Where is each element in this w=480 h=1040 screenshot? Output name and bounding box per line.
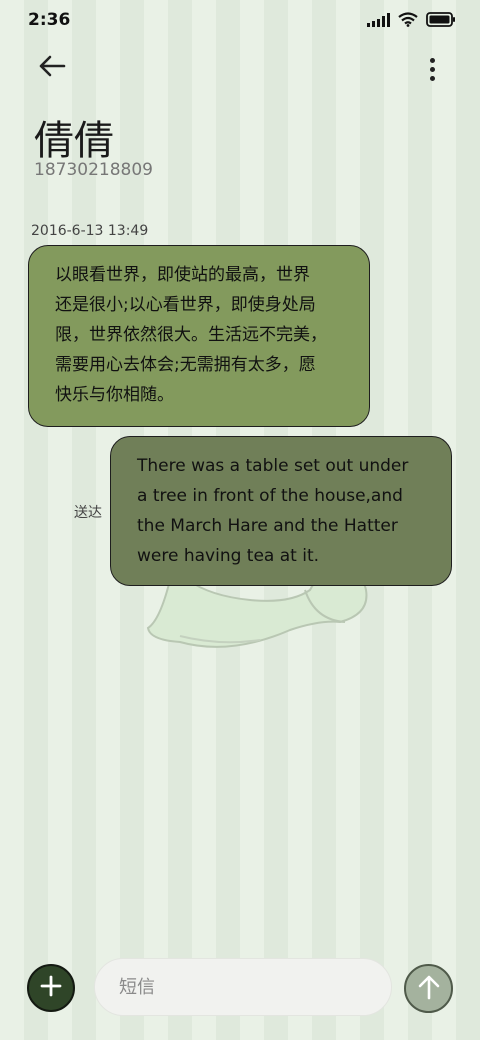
message-line: 以眼看世界，即使站的最高，世界 (55, 265, 310, 285)
battery-icon (426, 12, 456, 27)
contact-name: 倩倩 (34, 118, 114, 164)
message-timestamp: 2016-6-13 13:49 (31, 223, 149, 239)
status-bar: 2:36 (0, 0, 480, 40)
received-message-bubble[interactable]: 以眼看世界，即使站的最高，世界 还是很小;以心看世界，即使身处局 限，世界依然很… (28, 245, 370, 427)
back-button[interactable] (30, 50, 74, 86)
message-line: 限，世界依然很大。生活远不完美， (55, 325, 327, 345)
more-options-button[interactable] (418, 52, 446, 86)
message-line: There was a table set out under (137, 456, 409, 476)
message-line: 需要用心去体会;无需拥有太多，愿 (55, 355, 316, 375)
message-line: 快乐与你相随。 (55, 385, 174, 405)
back-arrow-icon (38, 55, 66, 81)
message-line: 还是很小;以心看世界，即使身处局 (55, 295, 316, 315)
sent-message-bubble[interactable]: There was a table set out under a tree i… (110, 436, 452, 586)
message-line: the March Hare and the Hatter (137, 516, 398, 536)
wifi-icon (398, 12, 418, 27)
plus-icon (40, 975, 62, 1001)
send-button[interactable] (404, 964, 453, 1013)
status-icons (367, 12, 456, 27)
contact-number: 18730218809 (34, 160, 153, 180)
arrow-up-icon (417, 974, 441, 1004)
add-attachment-button[interactable] (27, 964, 75, 1012)
delivery-status: 送达 (74, 505, 102, 521)
more-vertical-icon (429, 57, 435, 81)
signal-icon (367, 12, 390, 27)
status-time: 2:36 (28, 10, 71, 30)
message-line: a tree in front of the house,and (137, 486, 403, 506)
message-line: were having tea at it. (137, 546, 320, 566)
message-input[interactable] (94, 958, 392, 1016)
